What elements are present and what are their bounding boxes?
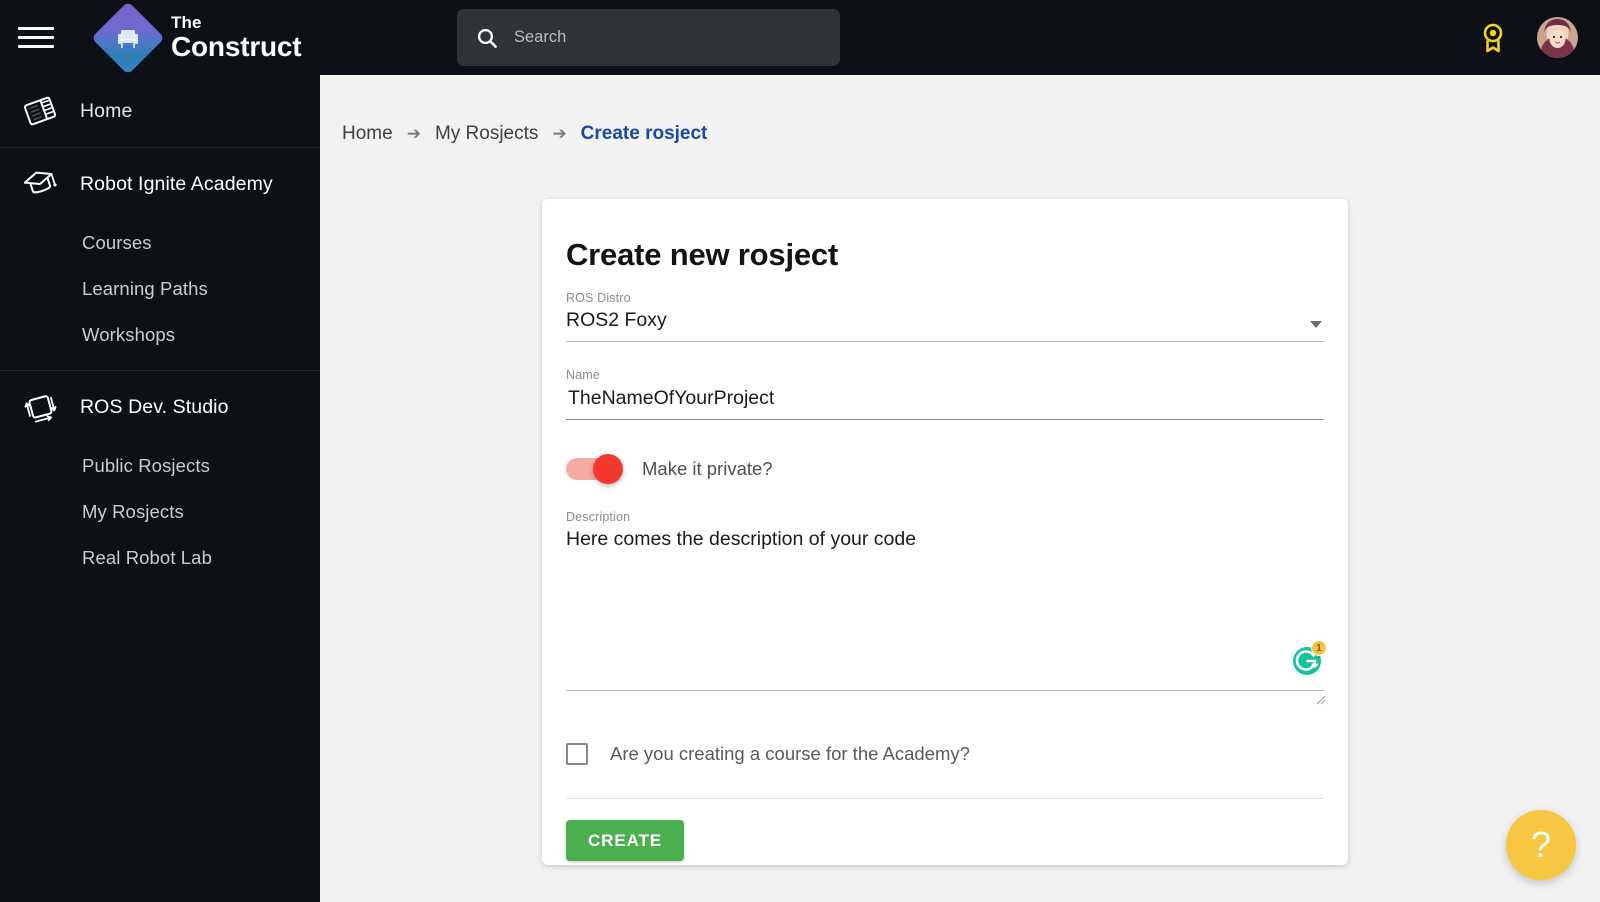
toggle-knob <box>593 454 623 484</box>
brand-text: The Construct <box>171 13 302 62</box>
sidebar-item-my-rosjects[interactable]: My Rosjects <box>0 489 320 535</box>
avatar[interactable] <box>1537 17 1578 58</box>
make-private-toggle[interactable] <box>566 454 623 484</box>
the-construct-logo-icon <box>91 0 165 75</box>
chevron-down-icon[interactable] <box>1310 321 1322 328</box>
sidebar-section-studio: ROS Dev. Studio Public Rosjects My Rosje… <box>0 371 320 593</box>
textarea-resize-handle[interactable] <box>1314 692 1326 705</box>
sidebar-subitems-studio: Public Rosjects My Rosjects Real Robot L… <box>0 443 320 593</box>
question-mark-icon: ? <box>1530 824 1552 865</box>
name-field: Name <box>566 368 1324 420</box>
sidebar-item-robot-ignite-academy[interactable]: Robot Ignite Academy <box>0 148 320 220</box>
sidebar-section-home: Home <box>0 75 320 148</box>
graduation-cap-icon <box>0 164 80 204</box>
card-divider <box>566 798 1324 799</box>
breadcrumb-arrow-icon: ➔ <box>552 124 567 143</box>
description-textarea[interactable]: Here comes the description of your code <box>566 528 1324 656</box>
academy-course-checkbox[interactable] <box>566 743 588 765</box>
description-field: Description Here comes the description o… <box>566 510 1327 705</box>
ros-distro-label: ROS Distro <box>566 291 631 305</box>
breadcrumb-item-my-rosjects[interactable]: My Rosjects <box>435 123 538 145</box>
hamburger-menu-icon[interactable] <box>18 23 56 53</box>
sidebar-item-robot-ignite-academy-label: Robot Ignite Academy <box>80 172 273 195</box>
sidebar-subitems-academy: Courses Learning Paths Workshops <box>0 220 320 370</box>
search-box[interactable] <box>457 9 840 66</box>
name-label: Name <box>566 368 600 382</box>
breadcrumb-item-home[interactable]: Home <box>342 123 393 145</box>
hamburger-line <box>18 36 54 39</box>
sidebar-item-learning-paths[interactable]: Learning Paths <box>0 266 320 312</box>
ros-distro-underline <box>566 341 1324 342</box>
sidebar-item-courses[interactable]: Courses <box>0 220 320 266</box>
award-ribbon-icon[interactable] <box>1479 22 1507 54</box>
brand-the: The <box>171 13 202 32</box>
top-navigation-bar: The Construct <box>0 0 1600 75</box>
main-content-area: Home ➔ My Rosjects ➔ Create rosject Crea… <box>320 75 1600 902</box>
sidebar-item-real-robot-lab[interactable]: Real Robot Lab <box>0 535 320 581</box>
grammarly-badge-count: 1 <box>1311 640 1327 656</box>
home-book-icon <box>0 92 80 130</box>
make-private-row: Make it private? <box>566 454 1324 484</box>
help-button[interactable]: ? <box>1506 810 1576 880</box>
sidebar-section-academy: Robot Ignite Academy Courses Learning Pa… <box>0 148 320 371</box>
breadcrumb: Home ➔ My Rosjects ➔ Create rosject <box>342 123 1600 145</box>
description-label: Description <box>566 510 631 524</box>
name-underline <box>566 419 1324 420</box>
sidebar-item-ros-dev-studio[interactable]: ROS Dev. Studio <box>0 371 320 443</box>
hamburger-line <box>18 27 54 30</box>
sidebar-item-workshops[interactable]: Workshops <box>0 312 320 358</box>
search-input[interactable] <box>512 27 812 48</box>
topbar-actions <box>1479 0 1578 75</box>
academy-course-label: Are you creating a course for the Academ… <box>610 743 970 764</box>
academy-course-row: Are you creating a course for the Academ… <box>566 743 1324 765</box>
make-private-label: Make it private? <box>642 458 773 479</box>
breadcrumb-item-create-rosject[interactable]: Create rosject <box>581 123 708 145</box>
brand-construct: Construct <box>171 31 302 62</box>
brand-logo-link[interactable]: The Construct <box>91 0 302 75</box>
ros-distro-field: ROS Distro ROS2 Foxy <box>566 291 1324 342</box>
sidebar-item-home[interactable]: Home <box>0 75 320 147</box>
name-input[interactable] <box>566 386 1324 419</box>
page-title: Create new rosject <box>566 237 839 272</box>
hamburger-line <box>18 45 54 48</box>
create-rosject-card: Create new rosject ROS Distro ROS2 Foxy … <box>542 199 1348 865</box>
grammarly-icon[interactable]: 1 <box>1291 640 1327 677</box>
ros-distro-select[interactable]: ROS2 Foxy <box>566 309 1324 341</box>
sidebar-item-home-label: Home <box>80 99 133 122</box>
search-icon <box>476 27 498 49</box>
sidebar-navigation: Home Robot Ignite Academy Courses Learni… <box>0 75 320 902</box>
sidebar-item-ros-dev-studio-label: ROS Dev. Studio <box>80 395 229 418</box>
breadcrumb-arrow-icon: ➔ <box>406 124 421 143</box>
rotated-square-arrows-icon <box>0 387 80 427</box>
description-underline <box>566 690 1324 691</box>
create-button[interactable]: CREATE <box>566 820 685 861</box>
sidebar-item-public-rosjects[interactable]: Public Rosjects <box>0 443 320 489</box>
